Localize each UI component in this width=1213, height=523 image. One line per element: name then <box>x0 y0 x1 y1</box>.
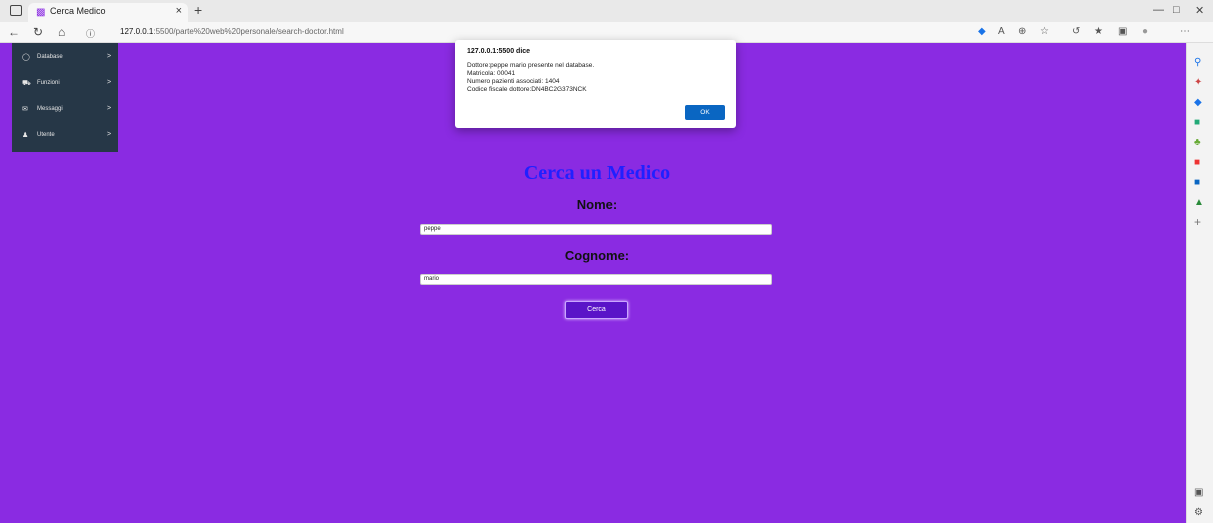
tab-title: Cerca Medico <box>50 6 106 16</box>
tab-close-icon[interactable]: × <box>176 5 182 17</box>
extensions-icon[interactable]: ↺ <box>1072 26 1080 37</box>
sidebar-item-label: Funzioni <box>37 80 60 86</box>
info-icon[interactable]: ⓘ <box>86 27 95 40</box>
chevron-right-icon: > <box>107 53 112 60</box>
tree-icon[interactable]: ▲ <box>1194 197 1204 208</box>
tab-cerca-medico[interactable]: ▩ Cerca Medico × <box>28 3 188 22</box>
zoom-icon[interactable]: ⊕ <box>1018 26 1026 37</box>
add-icon[interactable]: + <box>1194 215 1201 229</box>
home-icon[interactable]: ⌂ <box>58 25 65 39</box>
restore-icon[interactable]: □ <box>1173 4 1180 16</box>
url-path: :5500/parte%20web%20personale/search-doc… <box>153 27 344 36</box>
sidebar-item-label: Database <box>37 54 63 60</box>
favicon-icon: ▩ <box>36 7 46 18</box>
envelope-icon: ✉ <box>22 106 28 113</box>
favorites-bar-icon[interactable]: ★ <box>1094 26 1103 37</box>
edge-sidebar: ⚲ ✦ ◆ ■ ♣ ■ ■ ▲ + ▣ ⚙ <box>1186 43 1213 523</box>
dialog-message-line: Codice fiscale dottore:DN4BC2G373NCK <box>467 86 587 93</box>
sidebar-item-messaggi[interactable]: ✉ Messaggi > <box>12 97 118 123</box>
more-icon[interactable]: ⋯ <box>1180 26 1190 37</box>
sidebar-item-utente[interactable]: ♟ Utente > <box>12 123 118 149</box>
users-icon: ♟ <box>22 132 29 139</box>
dialog-title: 127.0.0.1:5500 dice <box>467 48 531 55</box>
games-icon[interactable]: ♣ <box>1194 137 1201 148</box>
cognome-input[interactable]: mario <box>420 274 772 285</box>
database-icon: ◯ <box>22 54 30 61</box>
profile-icon[interactable]: ● <box>1142 26 1148 37</box>
minimize-icon[interactable]: — <box>1153 4 1164 16</box>
window-close-icon[interactable]: ✕ <box>1195 4 1204 17</box>
dialog-message-line: Numero pazienti associati: 1404 <box>467 78 560 85</box>
browser-tabbar: ▩ Cerca Medico × + — □ ✕ <box>0 0 1213 22</box>
chevron-right-icon: > <box>107 105 112 112</box>
outlook-icon[interactable]: ■ <box>1194 177 1200 188</box>
alert-dialog: 127.0.0.1:5500 dice Dottore:peppe mario … <box>455 40 736 128</box>
dialog-message-line: Dottore:peppe mario presente nel databas… <box>467 62 595 69</box>
cognome-label: Cognome: <box>564 248 630 263</box>
dialog-message-line: Matricola: 00041 <box>467 70 516 77</box>
copilot-icon[interactable]: ✦ <box>1194 77 1202 88</box>
new-tab-button[interactable]: + <box>194 2 202 18</box>
truck-icon: ⛟ <box>22 80 31 87</box>
read-aloud-icon[interactable]: A <box>998 26 1005 37</box>
sidebar-item-funzioni[interactable]: ⛟ Funzioni > <box>12 71 118 97</box>
shopping-icon[interactable]: ◆ <box>1194 97 1202 108</box>
nome-label: Nome: <box>576 197 618 212</box>
split-screen-icon[interactable]: ▣ <box>1194 487 1203 498</box>
sidebar-item-label: Messaggi <box>37 106 63 112</box>
page-title: Cerca un Medico <box>523 162 671 184</box>
collections-icon[interactable]: ▣ <box>1118 26 1127 37</box>
back-icon[interactable]: ← <box>8 25 20 39</box>
nome-input[interactable]: peppe <box>420 224 772 235</box>
ok-button[interactable]: OK <box>685 105 725 120</box>
chevron-right-icon: > <box>107 79 112 86</box>
tag-icon[interactable]: ◆ <box>978 26 986 37</box>
search-button[interactable]: Cerca <box>565 301 628 319</box>
office-icon[interactable]: ■ <box>1194 157 1200 168</box>
sidebar-item-label: Utente <box>37 132 55 138</box>
app-sidebar: ◯ Database > ⛟ Funzioni > ✉ Messaggi > ♟… <box>12 43 118 152</box>
tab-actions-icon[interactable] <box>10 5 22 16</box>
favorites-icon[interactable]: ☆ <box>1040 26 1049 37</box>
url-field[interactable]: 127.0.0.1:5500/parte%20web%20personale/s… <box>112 24 962 40</box>
sidebar-item-database[interactable]: ◯ Database > <box>12 45 118 71</box>
refresh-icon[interactable]: ↻ <box>33 25 43 39</box>
chevron-right-icon: > <box>107 131 112 138</box>
settings-icon[interactable]: ⚙ <box>1194 507 1203 518</box>
tools-icon[interactable]: ■ <box>1194 117 1200 128</box>
url-host: 127.0.0.1 <box>120 27 154 36</box>
search-icon[interactable]: ⚲ <box>1194 57 1201 68</box>
